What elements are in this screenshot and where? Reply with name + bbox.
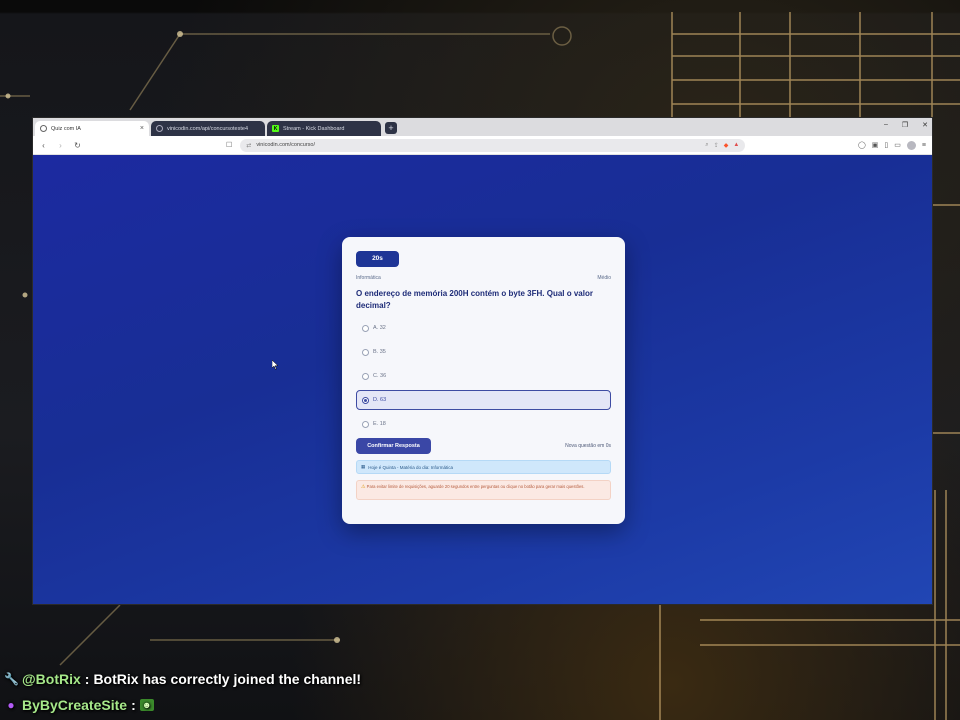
option-label: C. 36	[373, 373, 387, 379]
tab-kick-dashboard[interactable]: K Stream - Kick Dashboard	[267, 121, 381, 136]
option-label: E. 18	[373, 421, 386, 427]
chat-message: ● ByByCreateSite : ☻	[4, 693, 154, 717]
info-box: ▦ Hoje é Quinta - Matéria do dia: Inform…	[356, 460, 611, 474]
chat-message: 🔧 @BotRix : BotRix has correctly joined …	[4, 667, 361, 691]
tab-concursoteste[interactable]: vinicodin.com/api/concursoteste4	[151, 121, 265, 136]
tab-label: Stream - Kick Dashboard	[283, 125, 345, 132]
answer-option-b[interactable]: B. 35	[356, 342, 611, 362]
chat-username: @BotRix	[22, 671, 81, 687]
radio-button[interactable]	[362, 372, 369, 380]
chat-icon[interactable]: ◯	[858, 141, 866, 149]
brave-rewards-icon[interactable]: ▲	[733, 142, 739, 148]
globe-icon	[40, 125, 47, 132]
emote-icon: ☻	[139, 699, 154, 711]
chat-text: BotRix has correctly joined the channel!	[93, 671, 362, 687]
zoom-icon[interactable]: ⌕	[705, 142, 708, 149]
radio-button[interactable]	[362, 348, 369, 356]
tab-label: vinicodin.com/api/concursoteste4	[167, 125, 249, 132]
wrench-icon: 🔧	[4, 672, 19, 686]
back-icon[interactable]: ‹	[39, 141, 48, 150]
menu-icon[interactable]: ≡	[922, 142, 926, 149]
mic-icon: ●	[7, 698, 15, 712]
question-meta: Informática Médio	[356, 275, 611, 281]
close-icon[interactable]: ×	[140, 125, 144, 132]
chat-separator: :	[84, 671, 90, 687]
reload-icon[interactable]: ↻	[73, 141, 82, 150]
extensions-icon[interactable]: ▣	[872, 141, 879, 149]
answer-options: A. 32 B. 35 C. 36 D. 63 E. 18	[356, 318, 611, 434]
maximize-icon[interactable]: ❐	[902, 121, 908, 129]
new-tab-button[interactable]: +	[385, 122, 397, 134]
difficulty-label: Médio	[597, 275, 611, 281]
answer-option-d[interactable]: D. 63	[356, 390, 611, 410]
address-bar[interactable]: ⇄ vinicodin.com/concurso/ ⌕ ⇪ ◆ ▲	[240, 138, 746, 152]
option-label: D. 63	[373, 397, 387, 403]
tab-quiz[interactable]: Quiz com IA ×	[35, 121, 149, 136]
url-text: vinicodin.com/concurso/	[256, 142, 316, 148]
globe-icon	[156, 125, 163, 132]
radio-button[interactable]	[362, 420, 369, 428]
question-text: O endereço de memória 200H contém o byte…	[356, 289, 593, 310]
brave-shield-icon[interactable]: ◆	[724, 142, 729, 149]
option-label: B. 35	[373, 349, 386, 355]
action-row: Confirmar Resposta Nova questão em 0s	[356, 438, 611, 454]
info-text: Hoje é Quinta - Matéria do dia: Informát…	[368, 464, 454, 470]
tab-strip: Quiz com IA × vinicodin.com/api/concurso…	[33, 118, 932, 136]
site-info-icon[interactable]: ⇄	[246, 142, 251, 149]
bookmark-icon[interactable]: ☐	[226, 141, 232, 149]
toolbar-right: ◯ ▣ ▯ ▭ ≡	[858, 140, 926, 150]
radio-button[interactable]	[362, 324, 369, 332]
warning-icon: ⚠	[361, 484, 366, 490]
radio-button[interactable]	[362, 396, 369, 404]
share-icon[interactable]: ⇪	[714, 142, 719, 149]
tab-label: Quiz com IA	[51, 125, 81, 132]
sidebar-icon[interactable]: ▯	[884, 141, 888, 149]
confirm-answer-button[interactable]: Confirmar Resposta	[356, 438, 431, 454]
next-question-note: Nova questão em 0s	[565, 443, 611, 449]
chat-separator: :	[131, 697, 136, 713]
quiz-card: 20s Informática Médio O endereço de memó…	[342, 237, 625, 524]
window-controls: – ❐ ✕	[884, 121, 928, 129]
warning-box: ⚠ Para evitar limite de requisições, agu…	[356, 480, 611, 500]
category-label: Informática	[356, 275, 381, 281]
forward-icon[interactable]: ›	[56, 141, 65, 150]
warning-text: Para evitar limite de requisições, aguar…	[366, 484, 585, 489]
page-viewport: 20s Informática Médio O endereço de memó…	[33, 155, 932, 604]
option-label: A. 32	[373, 325, 386, 331]
stream-chat-overlay: 🔧 @BotRix : BotRix has correctly joined …	[0, 666, 960, 720]
kick-icon: K	[272, 125, 279, 132]
minimize-icon[interactable]: –	[884, 121, 888, 129]
answer-option-c[interactable]: C. 36	[356, 366, 611, 386]
answer-option-a[interactable]: A. 32	[356, 318, 611, 338]
calendar-icon: ▦	[361, 464, 366, 469]
browser-toolbar: ‹ › ↻ ☐ ⇄ vinicodin.com/concurso/ ⌕ ⇪ ◆ …	[33, 136, 932, 155]
chat-username: ByByCreateSite	[22, 697, 128, 713]
profile-icon[interactable]	[906, 140, 916, 150]
timer-badge: 20s	[356, 251, 399, 267]
answer-option-e[interactable]: E. 18	[356, 414, 611, 434]
browser-window: Quiz com IA × vinicodin.com/api/concurso…	[32, 117, 933, 605]
wallet-icon[interactable]: ▭	[894, 141, 901, 149]
close-window-icon[interactable]: ✕	[922, 121, 928, 129]
